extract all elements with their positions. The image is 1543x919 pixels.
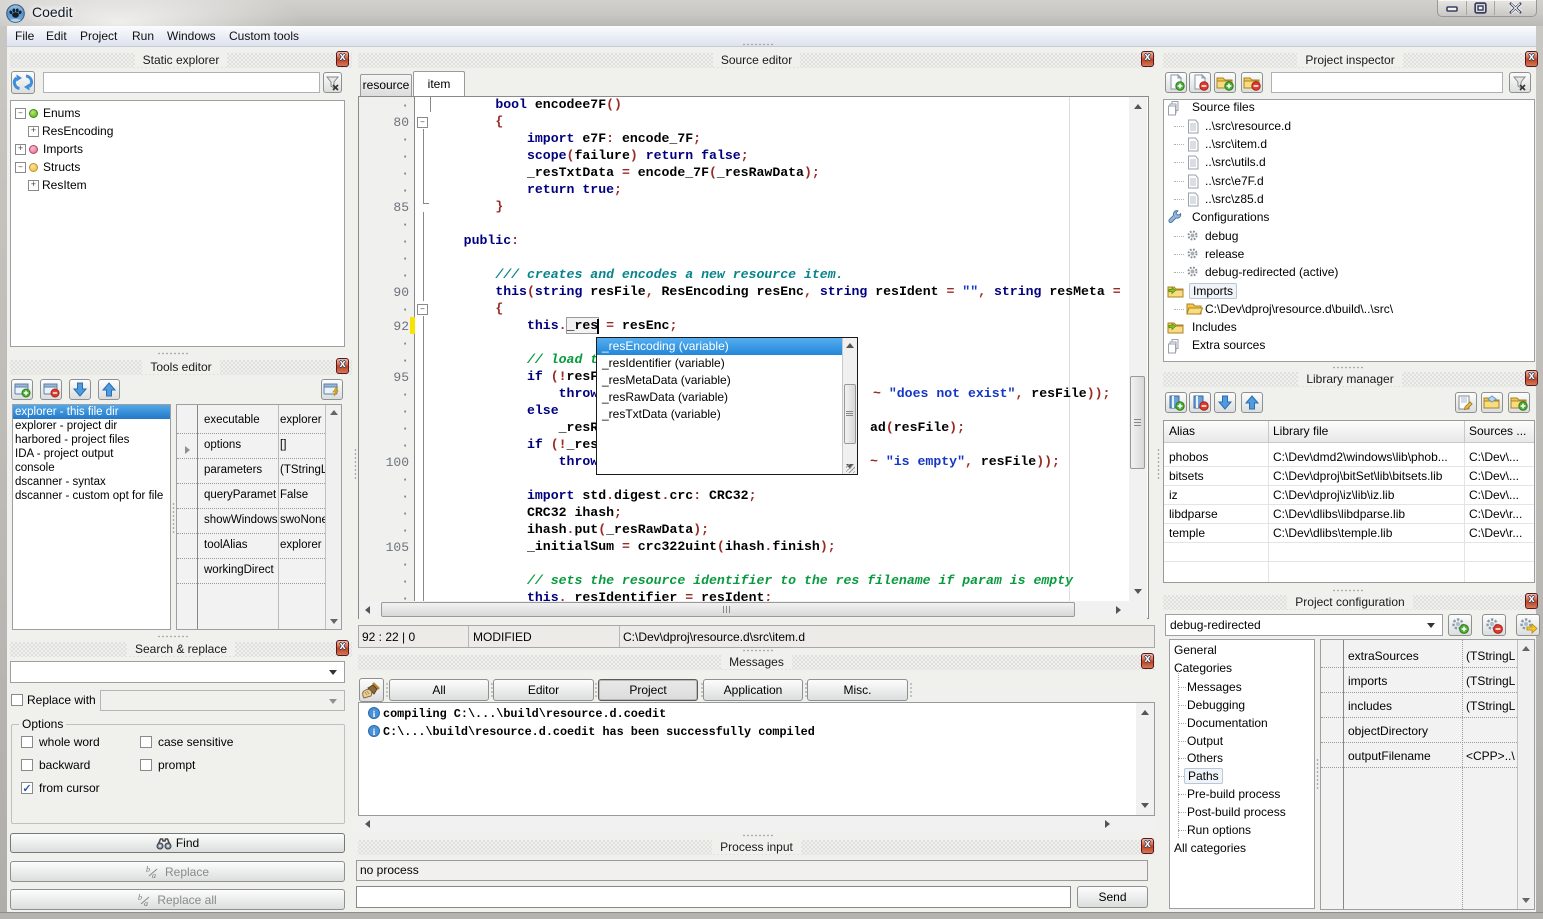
svg-text:b: b [138,893,142,902]
svg-text:b: b [146,865,150,874]
